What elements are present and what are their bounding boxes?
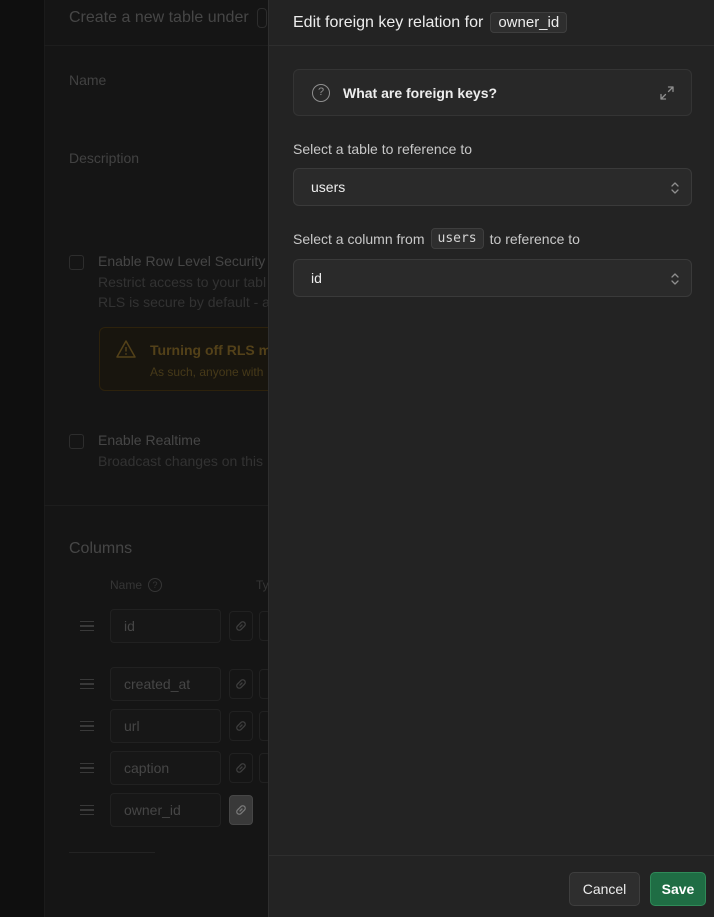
app-root: Create a new table under Name Descriptio…	[0, 0, 714, 917]
expand-icon[interactable]	[659, 85, 675, 101]
column-name-chip: owner_id	[490, 12, 568, 33]
foreign-keys-help-accordion[interactable]: ? What are foreign keys?	[293, 69, 692, 116]
column-select-label-suffix: to reference to	[489, 230, 580, 247]
column-select-label: Select a column from users to reference …	[293, 228, 580, 249]
question-circle-icon: ?	[312, 84, 330, 102]
table-select[interactable]: users	[293, 168, 692, 206]
column-select-label-prefix: Select a column from	[293, 230, 425, 247]
accordion-title: What are foreign keys?	[343, 85, 498, 101]
table-select-value: users	[311, 179, 346, 195]
column-select[interactable]: id	[293, 259, 692, 297]
cancel-button[interactable]: Cancel	[569, 872, 640, 906]
chevron-up-down-icon	[671, 273, 679, 285]
column-select-value: id	[311, 270, 322, 286]
chevron-up-down-icon	[671, 182, 679, 194]
table-name-chip: users	[430, 228, 484, 249]
panel-title: Edit foreign key relation for	[293, 13, 484, 31]
table-select-label: Select a table to reference to	[293, 141, 472, 157]
foreign-key-panel: Edit foreign key relation for owner_id ?…	[268, 0, 714, 917]
panel-header: Edit foreign key relation for owner_id	[269, 0, 714, 46]
save-button[interactable]: Save	[650, 872, 706, 906]
panel-footer: Cancel Save	[269, 855, 714, 917]
